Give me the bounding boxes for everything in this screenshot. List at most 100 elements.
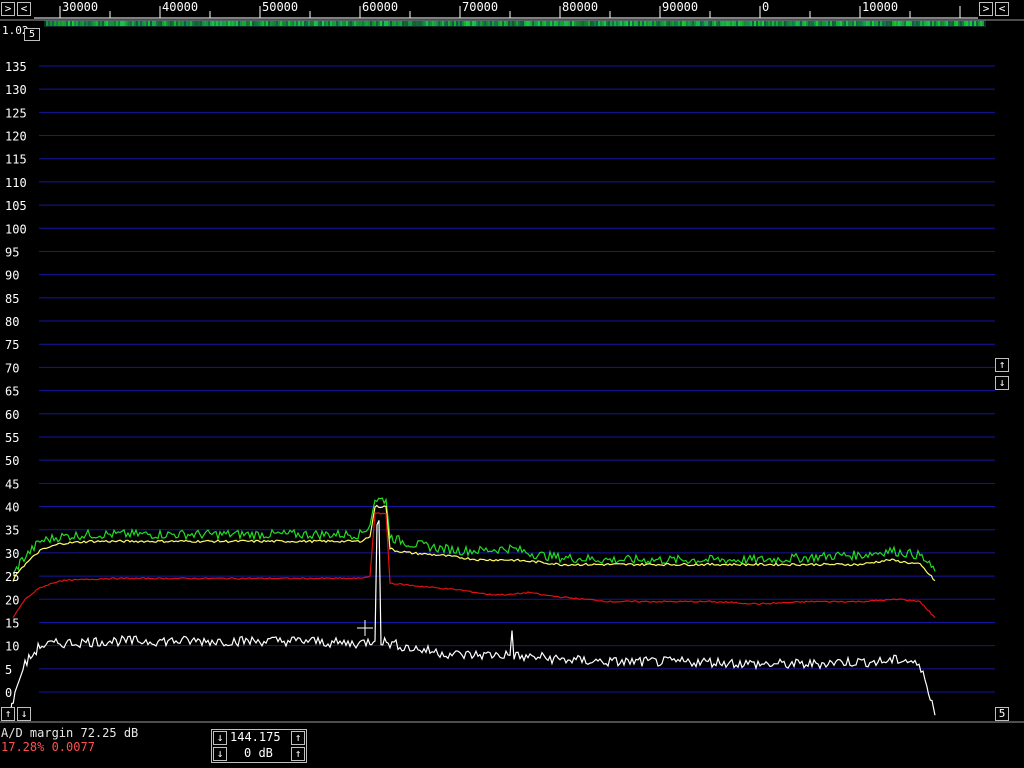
waterfall-cell (472, 21, 474, 26)
waterfall-cell (450, 21, 452, 26)
waterfall-cell (686, 21, 688, 26)
waterfall-cell (794, 21, 796, 26)
frequency-value[interactable]: 144.175 (230, 730, 281, 744)
waterfall-cell (674, 21, 676, 26)
waterfall-cell (570, 21, 572, 26)
waterfall-cell (766, 21, 768, 26)
corner-step-button[interactable]: 5 (24, 28, 40, 41)
waterfall-cell (370, 21, 372, 26)
waterfall-cell (346, 21, 348, 26)
db-tick-label: 5 (5, 663, 12, 677)
waterfall-cell (224, 21, 226, 26)
waterfall-cell (506, 21, 508, 26)
waterfall-cell (654, 21, 656, 26)
waterfall-cell (50, 21, 52, 26)
waterfall-cell (748, 21, 750, 26)
waterfall-cell (756, 21, 758, 26)
waterfall-cell (470, 21, 472, 26)
waterfall-cell (286, 21, 288, 26)
waterfall-cell (664, 21, 666, 26)
waterfall-cell (378, 21, 380, 26)
waterfall-cell (410, 21, 412, 26)
waterfall-cell (544, 21, 546, 26)
waterfall-cell (236, 21, 238, 26)
waterfall-cell (100, 21, 102, 26)
scale-down-arrow-icon[interactable]: ↓ (995, 376, 1009, 390)
waterfall-cell (936, 21, 938, 26)
waterfall-cell (548, 21, 550, 26)
waterfall-cell (438, 21, 440, 26)
waterfall-cell (492, 21, 494, 26)
waterfall-strip (44, 20, 986, 27)
waterfall-cell (76, 21, 78, 26)
waterfall-cell (854, 21, 856, 26)
offset-up-arrow-icon[interactable]: ↑ (1, 707, 15, 721)
waterfall-cell (800, 21, 802, 26)
waterfall-cell (466, 21, 468, 26)
db-tick-label: 95 (5, 245, 19, 259)
scale-up-arrow-icon[interactable]: ↑ (995, 358, 1009, 372)
waterfall-cell (418, 21, 420, 26)
waterfall-cell (386, 21, 388, 26)
waterfall-cell (566, 21, 568, 26)
waterfall-cell (798, 21, 800, 26)
db-tick-label: 25 (5, 570, 19, 584)
waterfall-cell (612, 21, 614, 26)
waterfall-cell (806, 21, 808, 26)
waterfall-cell (412, 21, 414, 26)
gain-value[interactable]: 0 dB (244, 746, 273, 760)
waterfall-cell (966, 21, 968, 26)
frequency-down-arrow-icon[interactable]: ↓ (213, 731, 227, 745)
waterfall-cell (130, 21, 132, 26)
waterfall-cell (382, 21, 384, 26)
waterfall-cell (250, 21, 252, 26)
waterfall-cell (458, 21, 460, 26)
waterfall-cell (838, 21, 840, 26)
waterfall-cell (202, 21, 204, 26)
gain-up-arrow-icon[interactable]: ↑ (291, 747, 305, 761)
right-step-button[interactable]: 5 (995, 707, 1009, 721)
waterfall-cell (468, 21, 470, 26)
waterfall-cell (712, 21, 714, 26)
db-tick-label: 30 (5, 547, 19, 561)
waterfall-cell (652, 21, 654, 26)
waterfall-cell (604, 21, 606, 26)
frequency-up-arrow-icon[interactable]: ↑ (291, 731, 305, 745)
waterfall-cell (586, 21, 588, 26)
waterfall-cell (48, 21, 50, 26)
waterfall-cell (862, 21, 864, 26)
db-tick-label: 15 (5, 616, 19, 630)
waterfall-cell (160, 21, 162, 26)
waterfall-cell (530, 21, 532, 26)
waterfall-cell (980, 21, 982, 26)
scroll-right-arrow-icon[interactable]: > (1, 2, 15, 16)
waterfall-cell (314, 21, 316, 26)
waterfall-cell (260, 21, 262, 26)
waterfall-cell (574, 21, 576, 26)
waterfall-cell (392, 21, 394, 26)
scroll-left-arrow-icon[interactable]: < (17, 2, 31, 16)
scroll-left-arrow-icon[interactable]: < (995, 2, 1009, 16)
waterfall-cell (786, 21, 788, 26)
waterfall-cell (188, 21, 190, 26)
waterfall-cell (452, 21, 454, 26)
waterfall-cell (580, 21, 582, 26)
waterfall-cell (104, 21, 106, 26)
waterfall-cell (942, 21, 944, 26)
waterfall-cell (704, 21, 706, 26)
scroll-right-arrow-icon[interactable]: > (979, 2, 993, 16)
offset-down-arrow-icon[interactable]: ↓ (17, 707, 31, 721)
waterfall-cell (642, 21, 644, 26)
waterfall-cell (924, 21, 926, 26)
db-tick-label: 105 (5, 199, 27, 213)
waterfall-cell (84, 21, 86, 26)
waterfall-cell (494, 21, 496, 26)
waterfall-cell (398, 21, 400, 26)
waterfall-cell (86, 21, 88, 26)
waterfall-cell (884, 21, 886, 26)
waterfall-cell (358, 21, 360, 26)
waterfall-cell (150, 21, 152, 26)
waterfall-cell (774, 21, 776, 26)
gain-down-arrow-icon[interactable]: ↓ (213, 747, 227, 761)
waterfall-cell (550, 21, 552, 26)
